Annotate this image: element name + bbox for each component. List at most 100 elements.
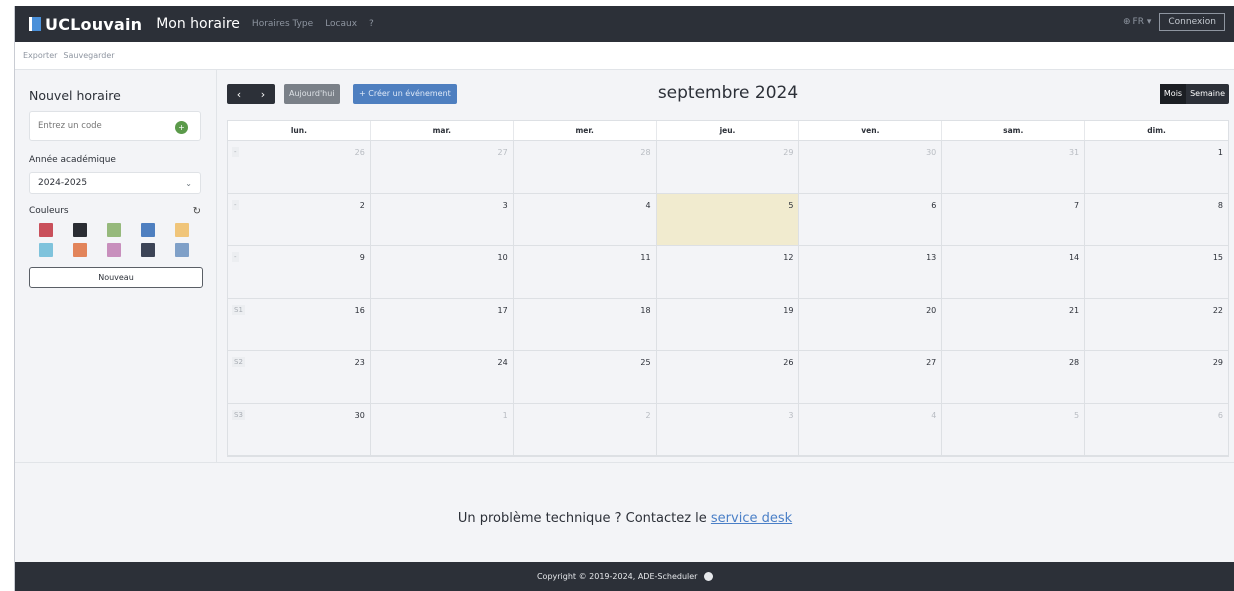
copyright-text: Copyright © 2019-2024, ADE-Scheduler [536,572,698,581]
weekday-header: lun. mar. mer. jeu. ven. sam. dim. [228,121,1228,141]
next-month-icon[interactable]: › [261,88,265,101]
day-number: 15 [1212,253,1223,262]
view-week-button[interactable]: Semaine [1186,84,1229,104]
day-number: 26 [354,148,365,157]
calendar-day[interactable]: 6 [1085,404,1228,456]
calendar-day[interactable]: 29 [656,141,800,194]
calendar-day[interactable]: 19 [656,298,800,351]
color-swatch[interactable] [107,243,121,257]
today-button[interactable]: Aujourd'hui [284,84,340,104]
week-number: S1 [232,304,245,315]
view-month-button[interactable]: Mois [1159,84,1187,104]
nav-mon-horaire[interactable]: Mon horaire [156,16,240,32]
calendar-day[interactable]: 8 [1085,194,1228,246]
nav-horaires-type[interactable]: Horaires Type [252,19,313,29]
month-calendar: lun. mar. mer. jeu. ven. sam. dim. -26 27 28 29 30… [227,120,1229,457]
day-number: 13 [926,253,937,262]
color-swatch[interactable] [39,223,53,237]
calendar-day[interactable]: 3 [656,403,800,456]
academic-year-select[interactable]: 2024-2025 ⌄ [29,172,201,194]
calendar-day[interactable]: 1 [1085,141,1228,194]
calendar-day[interactable]: S3 30 [228,403,371,456]
color-swatch[interactable] [175,223,189,237]
uclouvain-logo-icon [29,17,41,31]
calendar-day[interactable]: 28 [942,351,1086,404]
nav-locaux[interactable]: Locaux [325,19,357,29]
color-swatch[interactable] [39,243,53,257]
calendar-day[interactable]: 24 [370,351,514,404]
calendar-day[interactable]: 21 [942,298,1086,351]
color-swatch[interactable] [141,223,155,237]
calendar-day[interactable]: -9 [228,246,371,299]
calendar-day[interactable]: 31 [942,141,1086,194]
new-button[interactable]: Nouveau [29,267,203,288]
code-input[interactable] [38,121,158,131]
day-number: 23 [354,358,365,367]
login-button[interactable]: Connexion [1159,13,1225,31]
day-number: 31 [1068,148,1080,157]
calendar-day[interactable]: -2 [228,193,371,246]
color-swatch[interactable] [175,243,189,257]
calendar-day-today[interactable]: 5 [656,193,800,246]
calendar-day[interactable]: 7 [942,193,1086,246]
prev-month-icon[interactable]: ‹ [237,88,241,101]
calendar-day[interactable]: - 26 [228,141,371,194]
calendar-day[interactable]: 17 [370,298,514,351]
calendar-day[interactable]: 2 [513,403,657,456]
calendar-day[interactable]: 20 [799,298,943,351]
day-number: 19 [783,305,794,315]
calendar-day[interactable]: 28 [513,141,657,194]
week-number: S2 [232,357,245,367]
weekday-label: mar. [371,121,514,140]
top-navbar: UCLouvain Mon horaire Horaires Type Loca… [15,6,1234,42]
calendar-day[interactable]: 30 [799,141,943,194]
day-number: 28 [1068,358,1080,367]
nav-help[interactable]: ? [369,19,374,29]
calendar-day[interactable]: 6 [799,193,943,246]
calendar-day[interactable]: 25 [513,351,657,404]
github-icon[interactable] [704,572,714,581]
calendar-day[interactable]: 29 [1085,351,1228,404]
language-dropdown[interactable]: ⊕ FR ▾ [1123,17,1151,27]
service-desk-link[interactable]: service desk [711,511,792,526]
day-number: 1 [1217,148,1223,157]
color-swatches [29,223,202,257]
academic-year-label: Année académique [29,155,116,165]
color-swatch[interactable] [73,223,87,237]
reset-colors-icon[interactable]: ↻ [193,206,201,217]
day-number: 18 [640,305,651,315]
calendar-day[interactable]: 15 [1085,246,1228,299]
calendar-day[interactable]: 11 [513,246,657,299]
day-number: 5 [788,200,794,210]
save-button[interactable]: Sauvegarder [63,51,114,60]
calendar-day[interactable]: 4 [799,403,943,456]
calendar-day[interactable]: 27 [370,141,514,194]
color-swatch[interactable] [141,243,155,257]
calendar-day[interactable]: 5 [942,403,1086,456]
calendar-day[interactable]: 27 [799,351,943,404]
calendar-day[interactable]: 22 [1085,299,1228,351]
calendar-day[interactable]: 4 [513,193,657,246]
brand[interactable]: UCLouvain [29,15,142,34]
calendar-day[interactable]: 26 [656,351,800,404]
prev-next-buttons: ‹ › [227,84,275,104]
calendar-day[interactable]: 12 [656,246,800,299]
calendar-day[interactable]: S1 16 [228,298,371,351]
day-number: 2 [359,200,365,210]
calendar-day[interactable]: S2 23 [228,351,371,404]
week-number: - [232,147,239,157]
calendar-day[interactable]: 14 [942,246,1086,299]
add-code-icon[interactable]: + [175,121,188,134]
export-button[interactable]: Exporter [23,51,57,60]
brand-name: UCLouvain [45,14,143,34]
calendar-day[interactable]: 3 [370,193,514,246]
calendar-day[interactable]: 10 [370,246,514,299]
day-number: 16 [354,305,365,315]
calendar-day[interactable]: 1 [370,403,514,456]
create-event-button[interactable]: + Créer un événement [353,84,457,104]
color-swatch[interactable] [73,243,87,257]
color-swatch[interactable] [107,223,121,237]
help-message: Un problème technique ? Contactez le ser… [15,511,1234,526]
calendar-day[interactable]: 13 [799,246,943,299]
calendar-day[interactable]: 18 [513,298,657,351]
